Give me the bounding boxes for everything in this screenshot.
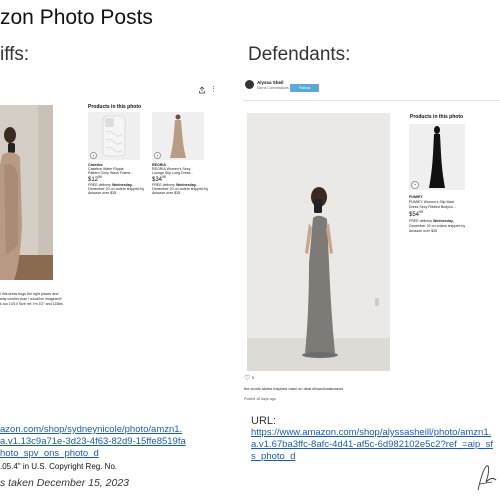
signature-mark (477, 465, 497, 491)
defendants-heading: Defendants: (248, 44, 351, 65)
defendant-caption: the iconic skims inspired maxi on deal #… (244, 386, 344, 391)
plaintiff-product-card-1[interactable]: + Casetive Casetive Water Ripple Pattern… (88, 112, 144, 207)
account-subtitle: Earns Commissions (257, 86, 289, 90)
like-count: 5 (252, 376, 254, 380)
dress-image (429, 126, 445, 188)
plaintiff-photo[interactable] (0, 105, 53, 280)
more-options-icon[interactable]: ⋮ (210, 85, 217, 93)
plaintiff-url-line1[interactable]: azon.com/shop/sydneynicole/photo/amzn1. (0, 424, 182, 436)
product-image[interactable]: + (88, 112, 140, 160)
defendant-photo-figure (247, 113, 390, 371)
like-heart-icon[interactable]: ♡ (244, 374, 250, 382)
avatar[interactable] (245, 80, 254, 89)
product-title-line2[interactable]: Dress Sexy Ribbed Bodyco... (409, 205, 456, 209)
account-name[interactable]: Alyssa Sheil (257, 80, 284, 85)
photos-taken-date: s taken December 15, 2023 (0, 477, 129, 489)
defendant-product-card[interactable]: + PUMIEY PUMIEY Women's Slip Maxi Dress … (409, 124, 469, 259)
plaintiff-url-line2[interactable]: a.v1.13c9a71e-3d23-4f63-82d9-15ffe8519fa (0, 436, 186, 448)
product-image[interactable]: + (152, 112, 204, 160)
add-to-cart-icon[interactable]: + (154, 152, 161, 159)
slide-title: zon Photo Posts (0, 6, 153, 29)
add-to-cart-icon[interactable]: + (411, 181, 419, 189)
defendant-url-line2[interactable]: a.v1.67ba3ffc-8afc-4d41-af5c-6d982102e5c… (251, 439, 493, 451)
delivery-info: FREE delivery Wednesday, (409, 219, 454, 223)
header-divider (243, 100, 500, 101)
add-to-cart-icon[interactable]: + (90, 152, 97, 159)
plaintiff-products-heading: Products in this photo (88, 104, 142, 110)
plaintiff-photo-figure (0, 105, 53, 280)
product-brand: PUMIEY (409, 195, 423, 199)
product-price: $5499 (409, 210, 423, 218)
delivery-line2: December 20 on orders shipped by (409, 224, 466, 228)
plaintiff-product-card-2[interactable]: + REORIA REORIA Women's Sexy Lounge Slip… (152, 112, 208, 207)
defendant-url-line3[interactable]: s_photo_d (251, 451, 295, 463)
follow-button[interactable]: Follow (290, 84, 319, 92)
defendant-url-line1[interactable]: https://www.amazon.com/shop/alyssasheill… (251, 427, 491, 439)
plaintiff-caption-line2: way comfier than I would've imagined!! (0, 297, 62, 301)
defendant-photo[interactable] (247, 113, 390, 371)
delivery-line3: Amazon over $35 (409, 229, 438, 233)
product-price: $3499 (152, 175, 166, 183)
defendant-screenshot: Alyssa Sheil Earns Commissions Follow Pr… (243, 76, 500, 406)
url-label: URL: (251, 415, 277, 427)
plaintiff-screenshot: ⋮ Products in this photo + Casetive Case… (0, 80, 218, 310)
product-price: $1299 (88, 175, 102, 183)
plaintiff-url-line3[interactable]: hoto_spv_ons_photo_d (0, 448, 99, 460)
share-icon[interactable] (198, 86, 206, 94)
plaintiffs-heading: iffs: (0, 44, 30, 65)
copyright-reg-text: .05.4" in U.S. Copyright Reg. No. (0, 462, 118, 471)
delivery-line3: Amazon over $35 (88, 191, 117, 195)
product-image[interactable]: + (409, 124, 465, 190)
plaintiff-caption-line1: l this dress hugs the right places and (0, 292, 59, 296)
plaintiff-caption-line3: k too 10/10 Size ref: I'm 5'2" and 115lb… (0, 302, 63, 306)
delivery-line3: Amazon over $35 (152, 191, 181, 195)
defendant-products-heading: Products in this photo (410, 114, 464, 120)
posted-time: Posted 18 days ago (244, 397, 276, 401)
product-title[interactable]: PUMIEY Women's Slip Maxi (409, 200, 454, 204)
